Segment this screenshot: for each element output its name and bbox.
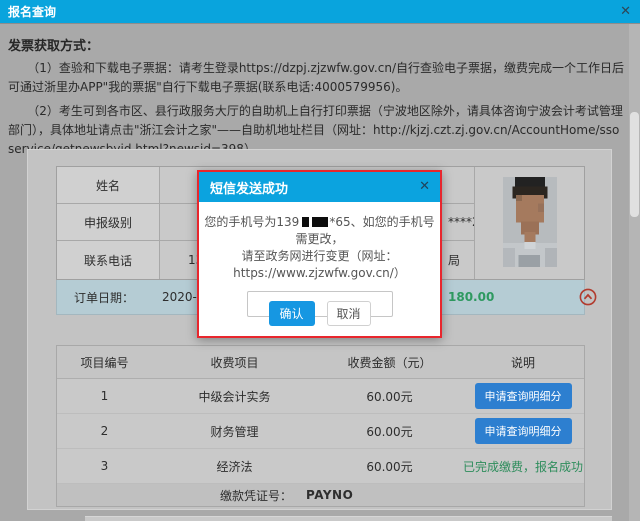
scrollbar-thumb[interactable]: [630, 112, 639, 217]
query-detail-button[interactable]: 申请查询明细分: [475, 418, 572, 444]
fee-no: 1: [57, 389, 152, 403]
voucher-value: PAYNO: [306, 488, 353, 502]
table-row: 2 财务管理 60.00元 申请查询明细分: [57, 414, 584, 449]
payment-status-text: 已完成缴费，报名成功: [463, 460, 583, 474]
table-row: 1 中级会计实务 60.00元 申请查询明细分: [57, 379, 584, 414]
fee-table: 项目编号 收费项目 收费金额（元） 说明 1 中级会计实务 60.00元 申请查…: [56, 345, 585, 507]
level-label: 申报级别: [57, 204, 160, 240]
col-header-fee-amount: 收费金额（元）: [317, 354, 462, 371]
col-header-note: 说明: [462, 354, 584, 371]
query-detail-button[interactable]: 申请查询明细分: [475, 383, 572, 409]
window-title: 报名查询: [8, 3, 56, 20]
modal-message-line1: 您的手机号为139*65、如您的手机号需更改，: [199, 214, 440, 248]
invoice-notice: 发票获取方式： （1）查验和下载电子票据：请考生登录https://dzpj.z…: [0, 24, 632, 164]
fee-no: 3: [57, 459, 152, 473]
name-label: 姓名: [57, 167, 160, 203]
window-close-icon[interactable]: ✕: [620, 4, 631, 20]
phone-label: 联系电话: [57, 241, 160, 279]
modal-title: 短信发送成功: [210, 178, 288, 197]
voucher-label: 缴款凭证号：: [57, 487, 292, 504]
payment-voucher-row: 缴款凭证号： PAYNO: [57, 484, 584, 506]
confirm-button[interactable]: 确认: [269, 301, 315, 326]
order-amount: 180.00: [448, 290, 494, 304]
redaction-block: [312, 217, 328, 227]
scrollbar-track[interactable]: [629, 24, 640, 521]
fee-item: 经济法: [152, 458, 317, 475]
cancel-button[interactable]: 取消: [327, 301, 371, 326]
redaction-block: [302, 217, 309, 227]
notice-heading: 发票获取方式：: [8, 35, 624, 54]
notice-paragraph-1: （1）查验和下载电子票据：请考生登录https://dzpj.zjzwfw.go…: [8, 59, 624, 97]
id-photo: [503, 175, 557, 269]
fee-no: 2: [57, 424, 152, 438]
order-date-label: 订单日期：: [74, 289, 134, 306]
phone-prefix: 您的手机号为139: [204, 215, 299, 229]
col-header-item-no: 项目编号: [57, 354, 152, 371]
collapse-chevron-icon[interactable]: [579, 288, 597, 306]
modal-buttons: 确认 取消: [199, 301, 440, 326]
modal-message-line3: https://www.zjzwfw.gov.cn/）: [199, 265, 440, 282]
fee-amount: 60.00元: [317, 388, 462, 405]
next-card-edge: [85, 516, 612, 521]
modal-header: 短信发送成功 ✕: [199, 172, 440, 202]
modal-body: 您的手机号为139*65、如您的手机号需更改， 请至政务网进行变更（网址： ht…: [199, 202, 440, 317]
modal-close-icon[interactable]: ✕: [419, 179, 430, 195]
modal-message-line2: 请至政务网进行变更（网址：: [199, 248, 440, 265]
fee-item: 财务管理: [152, 423, 317, 440]
sms-success-modal: 短信发送成功 ✕ 您的手机号为139*65、如您的手机号需更改， 请至政务网进行…: [197, 170, 442, 338]
window-titlebar: 报名查询 ✕: [0, 0, 640, 24]
fee-item: 中级会计实务: [152, 388, 317, 405]
fee-table-header: 项目编号 收费项目 收费金额（元） 说明: [57, 346, 584, 379]
org-value-fragment: 局: [448, 252, 460, 269]
table-row: 3 经济法 60.00元 已完成缴费，报名成功: [57, 449, 584, 484]
fee-amount: 60.00元: [317, 423, 462, 440]
registration-query-window: 报名查询 ✕ 发票获取方式： （1）查验和下载电子票据：请考生登录https:/…: [0, 0, 640, 521]
col-header-fee-item: 收费项目: [152, 354, 317, 371]
photo-cell: [474, 167, 584, 279]
fee-amount: 60.00元: [317, 458, 462, 475]
